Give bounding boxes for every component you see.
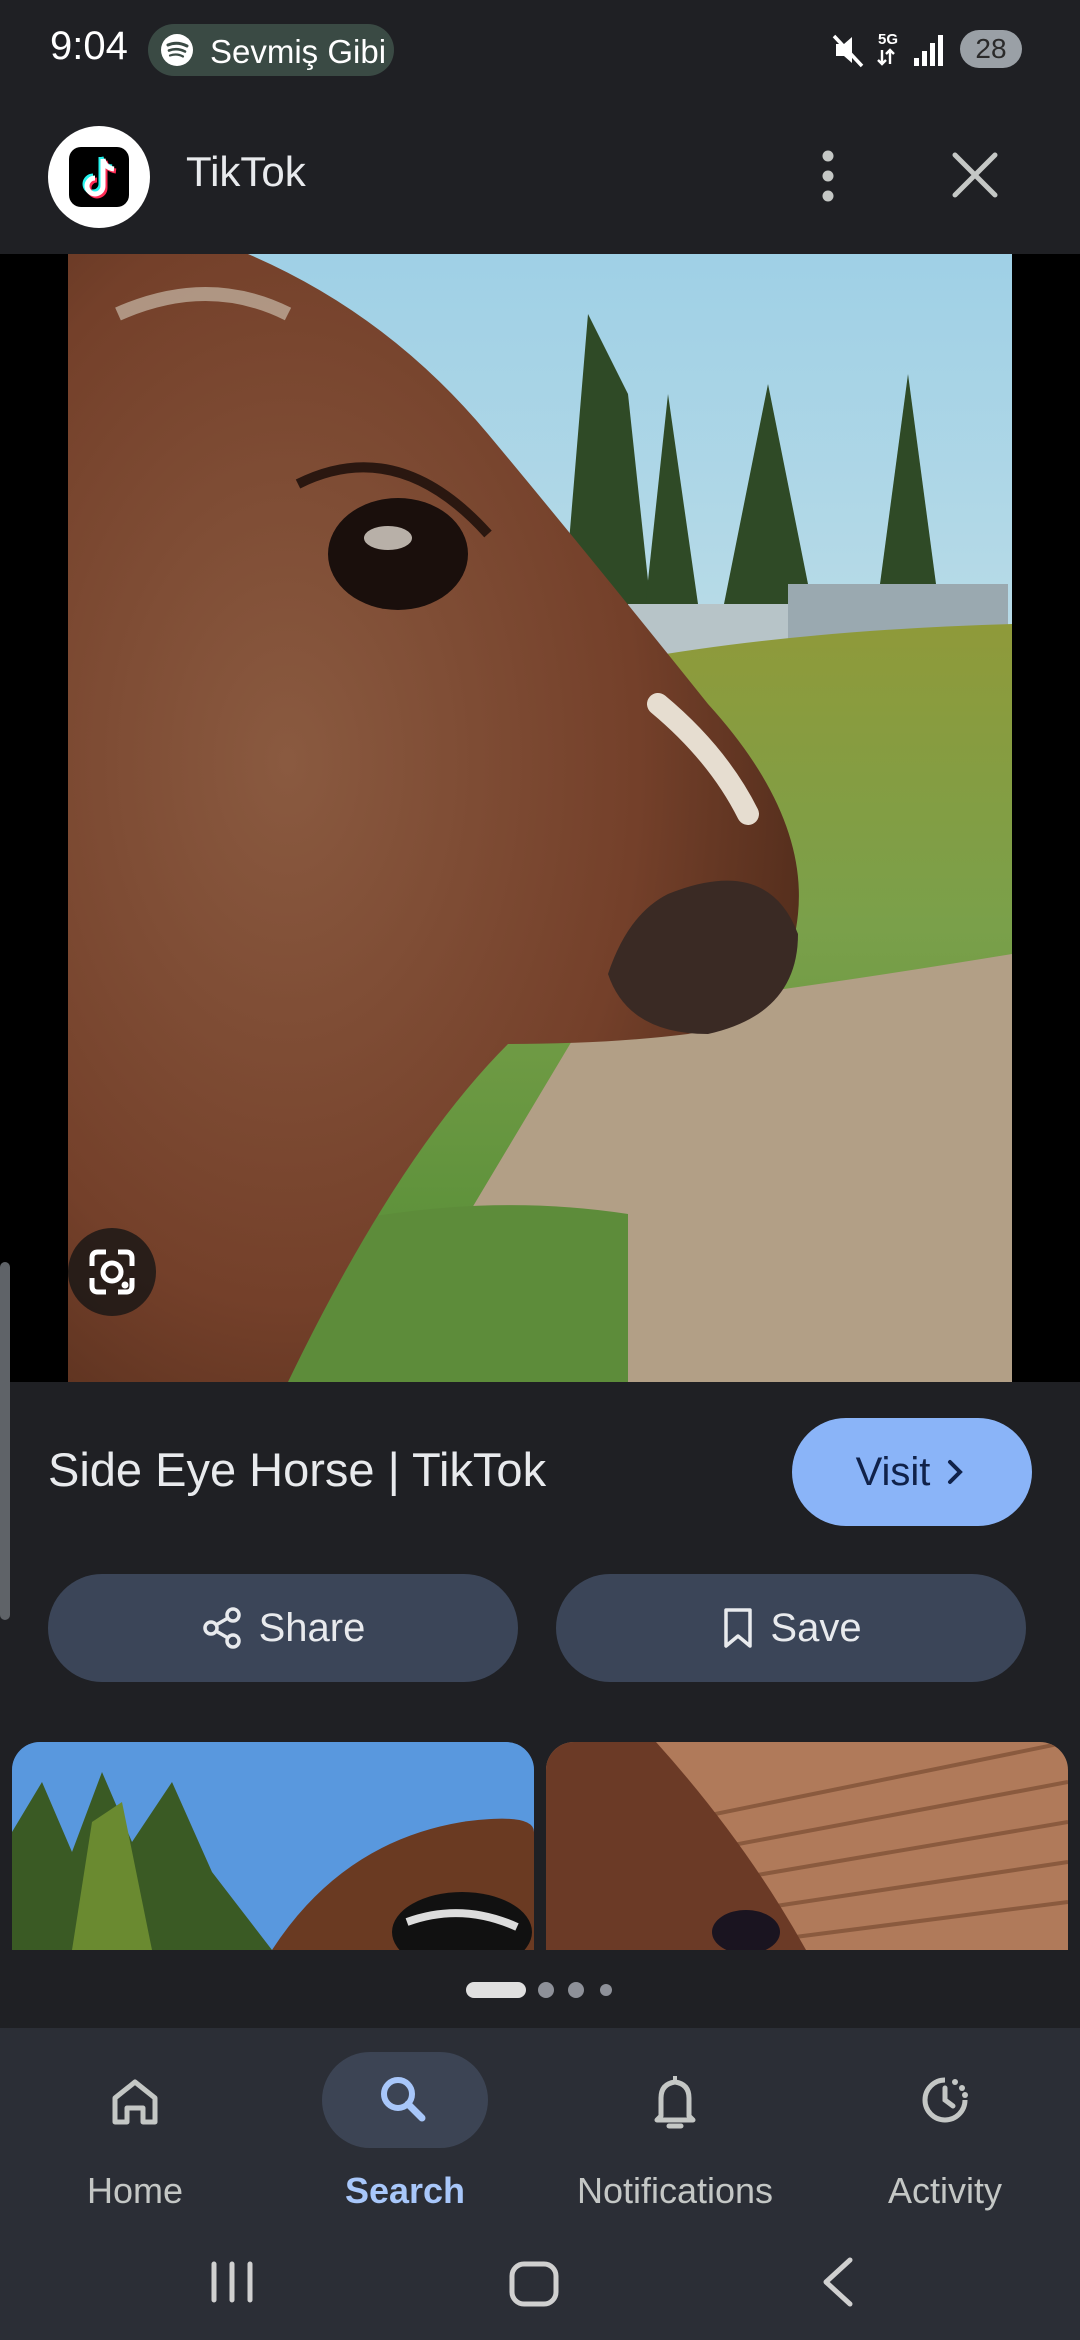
svg-text:5G: 5G (878, 31, 898, 48)
nav-icon-container (615, 2052, 735, 2148)
back-button[interactable] (823, 2257, 853, 2307)
viewer-header: TikTok (0, 100, 1080, 254)
tiktok-logo-icon (48, 126, 150, 228)
image-viewer[interactable] (0, 254, 1080, 1382)
nav-icon-container (322, 2052, 488, 2148)
close-icon (952, 152, 998, 198)
more-options-button[interactable] (800, 136, 856, 216)
now-playing-chip[interactable]: Sevmiş Gibi (148, 24, 394, 76)
nav-notifications[interactable]: Notifications (540, 2040, 810, 2240)
edge-panel-handle[interactable] (0, 1262, 10, 1620)
battery-indicator: 28 (960, 30, 1022, 68)
google-lens-button[interactable] (68, 1228, 156, 1316)
related-image-thumbnail[interactable] (12, 1742, 534, 1950)
home-icon (112, 2079, 158, 2125)
clock-time: 9:04 (50, 24, 128, 68)
search-icon (381, 2077, 426, 2122)
chevron-right-icon (948, 1460, 964, 1484)
nav-label: Notifications (576, 2170, 774, 2211)
mute-icon (832, 34, 864, 68)
bookmark-icon (724, 1608, 753, 1648)
nav-search[interactable]: Search (270, 2040, 540, 2240)
more-vertical-icon (822, 150, 834, 202)
save-button[interactable]: Save (556, 1574, 1026, 1682)
horse-photo[interactable] (68, 254, 1012, 1382)
bell-icon (654, 2076, 696, 2129)
nav-icon-container (885, 2052, 1005, 2148)
carousel-pager (466, 1982, 612, 1998)
activity-icon (922, 2077, 968, 2123)
share-button[interactable]: Share (48, 1574, 518, 1682)
status-icons: 5G (832, 31, 943, 68)
system-navigation-bar (211, 2257, 853, 2307)
home-system-button[interactable] (509, 2261, 559, 2307)
now-playing-title: Sevmiş Gibi (210, 33, 386, 70)
nav-activity[interactable]: Activity (810, 2040, 1080, 2240)
related-images (0, 1742, 1080, 1950)
network-5g-icon: 5G (877, 31, 898, 66)
signal-icon (914, 35, 943, 66)
related-image-thumbnail[interactable] (546, 1742, 1068, 1950)
share-icon (202, 1607, 241, 1649)
nav-icon-container (75, 2052, 195, 2148)
result-title[interactable]: Side Eye Horse | TikTok (48, 1442, 546, 1497)
visit-button[interactable]: Visit (792, 1418, 1032, 1526)
nav-home[interactable]: Home (0, 2040, 270, 2240)
status-bar: 9:04 Sevmiş Gibi 5G 28 (0, 0, 1080, 100)
spotify-icon (161, 34, 193, 66)
source-app-name: TikTok (186, 148, 306, 195)
recent-apps-button[interactable] (211, 2261, 253, 2303)
share-label: Share (258, 1605, 366, 1650)
save-label: Save (770, 1605, 862, 1650)
nav-label: Home (86, 2170, 184, 2211)
nav-label: Activity (887, 2170, 1002, 2211)
nav-label: Search (344, 2170, 466, 2211)
lens-icon (89, 1249, 135, 1295)
visit-label: Visit (855, 1449, 931, 1494)
close-button[interactable] (940, 140, 1010, 210)
